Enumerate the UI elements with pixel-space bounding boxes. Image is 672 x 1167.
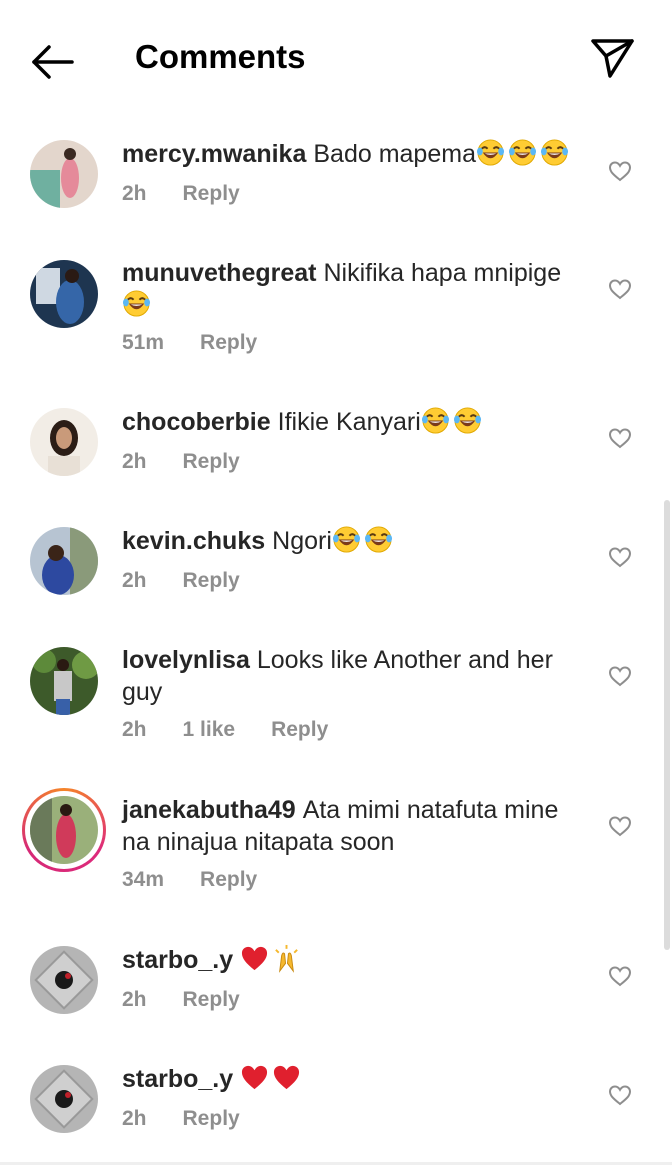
comment-username[interactable]: starbo_.y bbox=[122, 946, 233, 974]
like-heart-icon[interactable] bbox=[608, 815, 632, 837]
comment-text: Bado mapema bbox=[313, 140, 476, 168]
laugh-emoji-icon bbox=[508, 138, 537, 167]
comment-username[interactable]: chocoberbie bbox=[122, 408, 271, 436]
avatar-image bbox=[30, 1065, 98, 1133]
comment-time: 2h bbox=[122, 569, 147, 592]
like-heart-icon[interactable] bbox=[608, 1084, 632, 1106]
comment-time: 34m bbox=[122, 868, 165, 891]
comment-emojis bbox=[421, 406, 485, 436]
comment-emojis bbox=[476, 138, 572, 168]
comment-username[interactable]: janekabutha49 bbox=[122, 796, 296, 824]
comment-emojis bbox=[122, 289, 154, 319]
comment-emojis bbox=[332, 525, 396, 555]
like-heart-icon[interactable] bbox=[608, 965, 632, 987]
avatar-story-ring[interactable] bbox=[22, 788, 106, 872]
reply-button[interactable]: Reply bbox=[183, 988, 240, 1011]
header: Comments bbox=[0, 0, 672, 118]
avatar[interactable] bbox=[30, 946, 98, 1014]
comment-text: Ngori bbox=[272, 527, 332, 555]
comment-username[interactable]: starbo_.y bbox=[122, 1065, 233, 1093]
comment-time: 2h bbox=[122, 988, 147, 1011]
comment-emojis bbox=[240, 944, 304, 974]
avatar-image bbox=[30, 796, 98, 864]
comment-text: Nikifika hapa mnipige bbox=[323, 259, 562, 287]
avatar-image bbox=[30, 527, 98, 595]
reply-button[interactable]: Reply bbox=[200, 868, 257, 891]
reply-button[interactable]: Reply bbox=[200, 331, 257, 354]
like-heart-icon[interactable] bbox=[608, 665, 632, 687]
heart-emoji-icon bbox=[240, 1063, 269, 1092]
avatar[interactable] bbox=[30, 1065, 98, 1133]
laugh-emoji-icon bbox=[476, 138, 505, 167]
reply-button[interactable]: Reply bbox=[183, 569, 240, 592]
page-title: Comments bbox=[135, 38, 306, 75]
comment-time: 2h bbox=[122, 718, 147, 741]
avatar-image bbox=[30, 408, 98, 476]
send-icon[interactable] bbox=[588, 36, 636, 80]
reply-button[interactable]: Reply bbox=[183, 182, 240, 205]
heart-emoji-icon bbox=[240, 944, 269, 973]
like-heart-icon[interactable] bbox=[608, 546, 632, 568]
like-heart-icon[interactable] bbox=[608, 278, 632, 300]
laugh-emoji-icon bbox=[364, 525, 393, 554]
bottom-divider bbox=[0, 1162, 672, 1165]
like-heart-icon[interactable] bbox=[608, 427, 632, 449]
comment-time: 2h bbox=[122, 182, 147, 205]
avatar[interactable] bbox=[30, 527, 98, 595]
avatar-image bbox=[30, 946, 98, 1014]
laugh-emoji-icon bbox=[540, 138, 569, 167]
avatar[interactable] bbox=[30, 408, 98, 476]
comment-emojis bbox=[240, 1065, 304, 1093]
avatar[interactable] bbox=[30, 140, 98, 208]
comment-time: 2h bbox=[122, 1107, 147, 1130]
laugh-emoji-icon bbox=[453, 406, 482, 435]
avatar-image bbox=[30, 260, 98, 328]
comment-username[interactable]: kevin.chuks bbox=[122, 527, 265, 555]
reply-button[interactable]: Reply bbox=[183, 450, 240, 473]
reply-button[interactable]: Reply bbox=[183, 1107, 240, 1130]
avatar[interactable] bbox=[30, 260, 98, 328]
laugh-emoji-icon bbox=[122, 289, 151, 318]
laugh-emoji-icon bbox=[421, 406, 450, 435]
comment-username[interactable]: munuvethegreat bbox=[122, 259, 316, 287]
avatar-image bbox=[30, 647, 98, 715]
avatar-image bbox=[30, 140, 98, 208]
comment-username[interactable]: lovelynlisa bbox=[122, 646, 250, 674]
laugh-emoji-icon bbox=[332, 525, 361, 554]
reply-button[interactable]: Reply bbox=[271, 718, 328, 741]
comment-time: 51m bbox=[122, 331, 165, 354]
comment-text: Ifikie Kanyari bbox=[277, 408, 421, 436]
comment-time: 2h bbox=[122, 450, 147, 473]
pray-emoji-icon bbox=[272, 944, 301, 973]
like-heart-icon[interactable] bbox=[608, 160, 632, 182]
comment-username[interactable]: mercy.mwanika bbox=[122, 140, 306, 168]
avatar[interactable] bbox=[30, 647, 98, 715]
scrollbar[interactable] bbox=[664, 500, 670, 950]
heart-emoji-icon bbox=[272, 1063, 301, 1092]
back-arrow-icon[interactable] bbox=[28, 40, 78, 84]
like-count[interactable]: 1 like bbox=[183, 718, 236, 741]
